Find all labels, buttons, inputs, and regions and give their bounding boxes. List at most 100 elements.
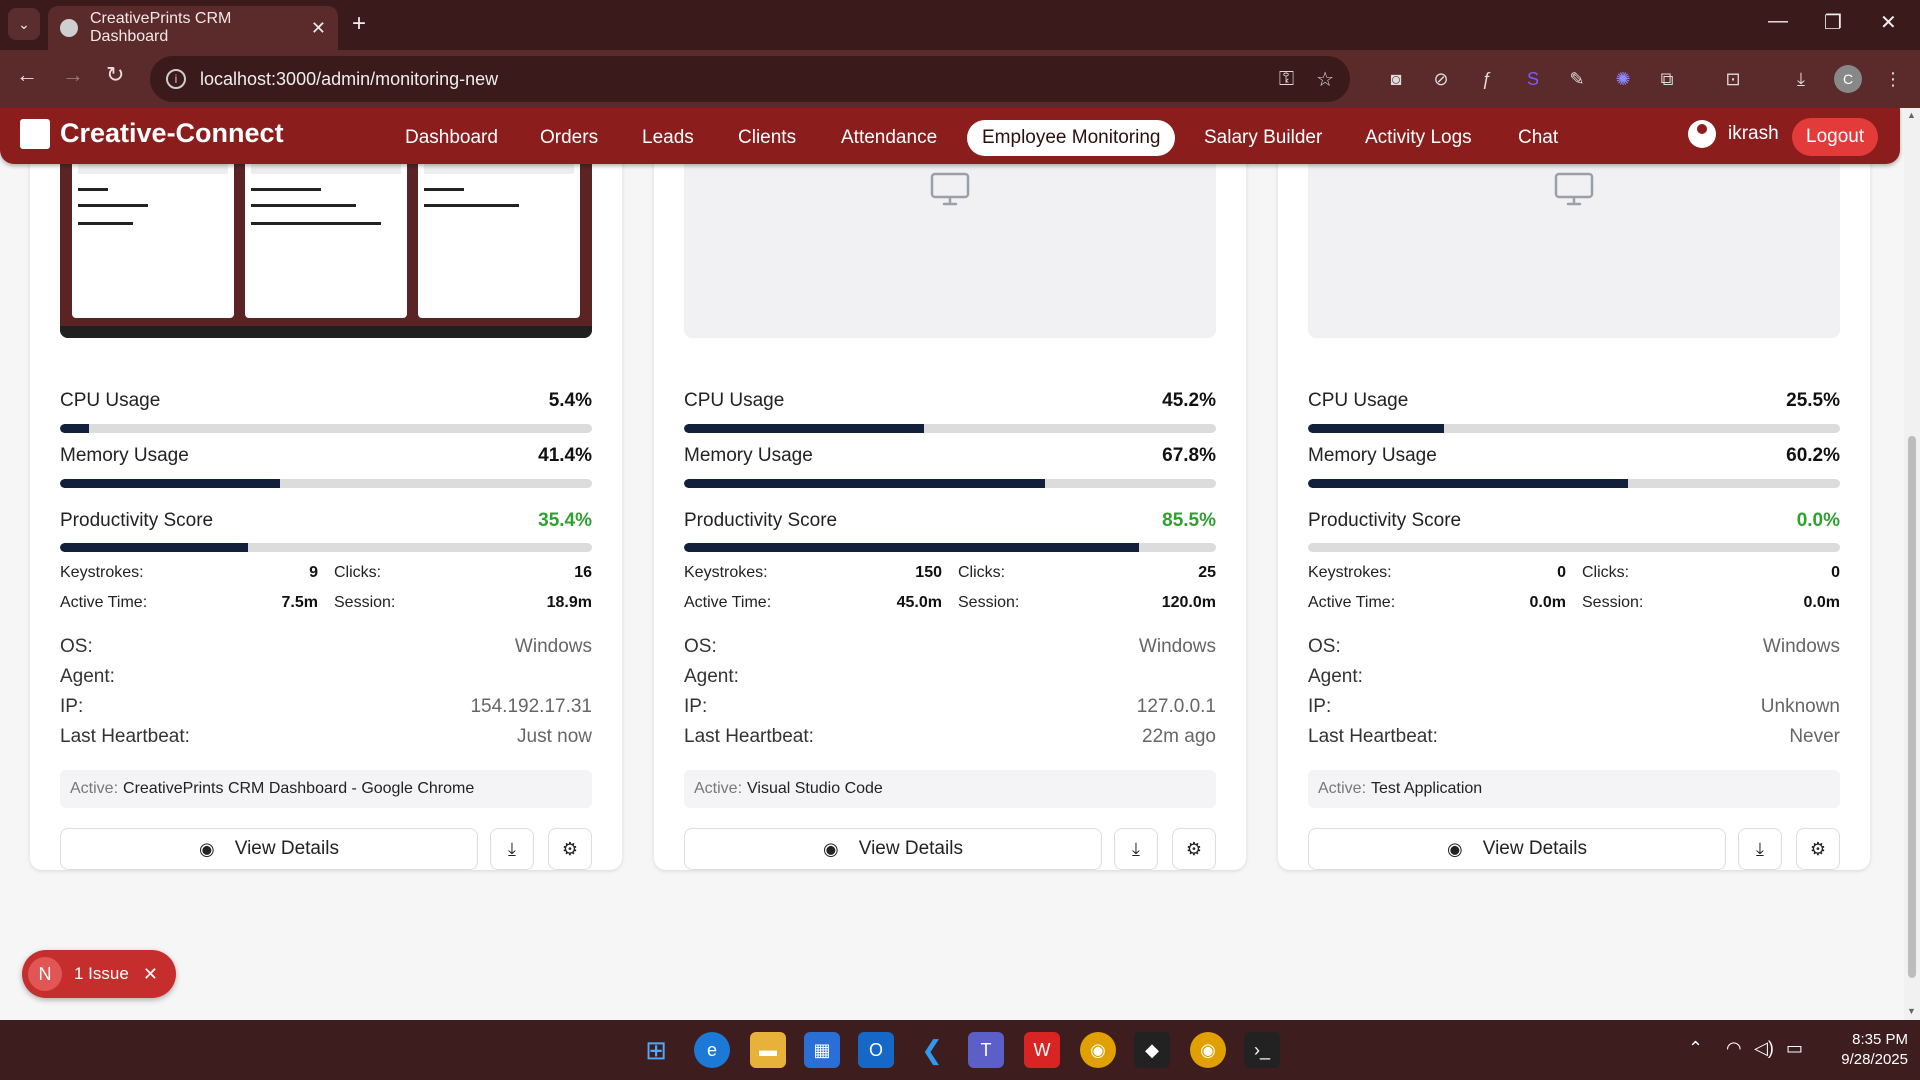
logout-button[interactable]: Logout (1792, 118, 1879, 156)
vscode-icon[interactable]: ❮ (914, 1032, 950, 1068)
browser-toolbar: ← → ↻ i localhost:3000/admin/monitoring-… (0, 50, 1920, 108)
user-menu[interactable]: ikrash (1688, 120, 1779, 148)
active-app-value: Test Application (1371, 780, 1483, 797)
ip-row: IP: Unknown (1308, 696, 1840, 718)
reload-icon[interactable]: ↻ (106, 62, 124, 88)
store-icon[interactable]: ▦ (804, 1032, 840, 1068)
session-label: Session: (958, 594, 1020, 611)
teams-icon[interactable]: T (968, 1032, 1004, 1068)
formula-extension-icon[interactable]: ƒ (1474, 66, 1500, 92)
wps-office-icon[interactable]: W (1024, 1032, 1060, 1068)
screenshot-extension-icon[interactable]: ⊡ (1720, 66, 1746, 92)
session-value: 120.0m (1161, 594, 1216, 611)
heartbeat-value: Never (1789, 726, 1840, 747)
nav-orders[interactable]: Orders (525, 120, 613, 156)
brand[interactable]: Creative-Connect (20, 118, 284, 149)
download-button[interactable]: ⤓ (1114, 828, 1158, 870)
settings-button[interactable]: ⚙ (1796, 828, 1840, 870)
download-button[interactable]: ⤓ (490, 828, 534, 870)
settings-button[interactable]: ⚙ (1172, 828, 1216, 870)
nav-dashboard[interactable]: Dashboard (390, 120, 513, 156)
cpu-metric: CPU Usage 5.4% (60, 390, 592, 412)
tab-favicon-icon (60, 19, 78, 37)
session-value: 18.9m (546, 594, 592, 611)
volume-icon[interactable]: ◁) (1754, 1038, 1774, 1059)
tray-chevron-icon[interactable]: ⌃ (1688, 1038, 1703, 1059)
nav-activity-logs[interactable]: Activity Logs (1350, 120, 1487, 156)
camera-extension-icon[interactable]: ◙ (1383, 66, 1409, 92)
view-details-button[interactable]: ◉ View Details (684, 828, 1102, 870)
nav-chat[interactable]: Chat (1503, 120, 1573, 156)
password-key-icon[interactable]: ⚿ (1279, 68, 1294, 91)
url-text[interactable]: localhost:3000/admin/monitoring-new (200, 69, 1257, 90)
ip-value: 127.0.0.1 (1136, 696, 1216, 717)
cpu-bar-fill (1308, 424, 1444, 433)
s-extension-icon[interactable]: S (1520, 66, 1546, 92)
bookmark-star-icon[interactable]: ☆ (1316, 67, 1334, 92)
session-value: 0.0m (1803, 594, 1840, 611)
app-icon[interactable]: ◆ (1134, 1032, 1170, 1068)
terminal-icon[interactable]: ›_ (1244, 1032, 1280, 1068)
nav-clients[interactable]: Clients (723, 120, 811, 156)
extensions-puzzle-icon[interactable]: ⧉ (1654, 66, 1680, 92)
settings-button[interactable]: ⚙ (548, 828, 592, 870)
new-tab-icon[interactable]: + (352, 10, 366, 38)
browser-tab[interactable]: CreativePrints CRM Dashboard ✕ (48, 6, 338, 50)
profile-avatar[interactable]: C (1834, 65, 1862, 93)
nav-attendance[interactable]: Attendance (826, 120, 952, 156)
back-icon[interactable]: ← (16, 62, 38, 88)
productivity-label: Productivity Score (684, 510, 838, 531)
minimize-icon[interactable]: — (1768, 10, 1788, 33)
browser-menu-icon[interactable]: ⋮ (1880, 66, 1906, 92)
nav-employee-monitoring[interactable]: Employee Monitoring (967, 120, 1176, 156)
taskbar-clock[interactable]: 8:35 PM 9/28/2025 (1818, 1030, 1908, 1070)
issues-badge[interactable]: N 1 Issue ✕ (22, 950, 176, 998)
download-button[interactable]: ⤓ (1738, 828, 1782, 870)
keystrokes-stat: Keystrokes: 0 (1308, 564, 1566, 582)
productivity-metric: Productivity Score 85.5% (684, 510, 1216, 532)
close-window-icon[interactable]: ✕ (1880, 10, 1897, 35)
file-explorer-icon[interactable]: ▬ (750, 1032, 786, 1068)
memory-bar (684, 479, 1216, 488)
tab-close-icon[interactable]: ✕ (311, 18, 326, 39)
edge-icon[interactable]: e (694, 1032, 730, 1068)
employee-card: Latest Screenshot Never CPU Usage 25.5% … (1278, 108, 1870, 870)
heartbeat-label: Last Heartbeat: (1308, 726, 1438, 747)
nav-salary-builder[interactable]: Salary Builder (1189, 120, 1337, 156)
keystrokes-label: Keystrokes: (60, 564, 144, 581)
view-details-button[interactable]: ◉ View Details (1308, 828, 1726, 870)
nav-leads[interactable]: Leads (627, 120, 709, 156)
scroll-up-icon[interactable]: ▲ (1907, 110, 1916, 120)
view-details-button[interactable]: ◉ View Details (60, 828, 478, 870)
active-app-box: Active: CreativePrints CRM Dashboard - G… (60, 770, 592, 808)
cpu-bar (60, 424, 592, 433)
restore-icon[interactable]: ❐ (1824, 10, 1842, 35)
ip-label: IP: (684, 696, 708, 717)
compass-extension-icon[interactable]: ⊘ (1428, 66, 1454, 92)
taskbar: ⊞ e ▬ ▦ O ❮ T W ◉ ◆ ◉ ›_ ⌃ ◠ ◁) ▭ 8:35 P… (0, 1020, 1920, 1080)
productivity-metric: Productivity Score 0.0% (1308, 510, 1840, 532)
scroll-thumb[interactable] (1908, 436, 1916, 978)
eyedropper-extension-icon[interactable]: ✎ (1564, 66, 1590, 92)
scroll-down-icon[interactable]: ▼ (1907, 1006, 1916, 1016)
os-row: OS: Windows (60, 636, 592, 658)
site-info-icon[interactable]: i (166, 69, 186, 89)
page-scrollbar[interactable]: ▲ ▼ (1904, 108, 1920, 1020)
issues-close-icon[interactable]: ✕ (143, 964, 158, 985)
memory-label: Memory Usage (684, 445, 813, 466)
chrome-profile-icon[interactable]: ◉ (1190, 1032, 1226, 1068)
forward-icon[interactable]: → (62, 62, 84, 88)
clicks-label: Clicks: (1582, 564, 1630, 581)
os-value: Windows (1138, 636, 1216, 657)
gear-extension-icon[interactable]: ✺ (1610, 66, 1636, 92)
employee-card: Latest Screenshot Never CPU Usage 45.2% … (654, 108, 1246, 870)
clicks-value: 16 (574, 564, 592, 581)
outlook-icon[interactable]: O (858, 1032, 894, 1068)
windows-start-icon[interactable]: ⊞ (638, 1032, 674, 1068)
address-bar[interactable]: i localhost:3000/admin/monitoring-new ⚿ … (150, 56, 1350, 102)
downloads-icon[interactable]: ⤓ (1788, 66, 1814, 92)
battery-icon[interactable]: ▭ (1786, 1038, 1803, 1059)
wifi-icon[interactable]: ◠ (1726, 1038, 1742, 1059)
chrome-icon[interactable]: ◉ (1080, 1032, 1116, 1068)
tab-search-chevron-icon[interactable]: ⌄ (8, 8, 40, 40)
